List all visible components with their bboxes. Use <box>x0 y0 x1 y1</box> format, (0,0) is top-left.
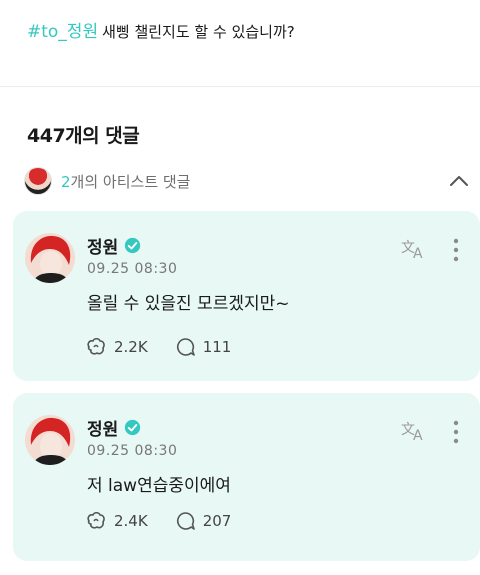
more-vertical-icon[interactable] <box>449 237 463 263</box>
artist-mini-avatar <box>24 167 52 195</box>
comment-time: 09.25 08:30 <box>87 261 178 277</box>
like-count: 2.2K <box>114 338 148 356</box>
more-vertical-icon[interactable] <box>449 419 463 445</box>
like-icon[interactable] <box>85 336 107 358</box>
comment-stats: 2.4K 207 <box>85 510 257 532</box>
comment-text: 올릴 수 있을진 모르겠지만~ <box>87 294 290 314</box>
comment-time: 09.25 08:30 <box>87 443 178 459</box>
section-divider <box>0 86 480 87</box>
post-text: 새삥 챌린지도 할 수 있습니까? <box>102 23 295 41</box>
artist-comment-text: 개의 아티스트 댓글 <box>70 172 191 191</box>
artist-comments-toggle[interactable]: 2개의 아티스트 댓글 <box>24 166 470 196</box>
like-icon[interactable] <box>85 510 107 532</box>
reply-count: 111 <box>202 338 232 356</box>
author-name[interactable]: 정원 <box>87 233 118 258</box>
comment-card: 정원 09.25 08:30 文 A 올릴 수 있을진 모르겠지만~ 2.2K … <box>13 211 480 381</box>
comment-stats: 2.2K 111 <box>85 336 257 358</box>
reply-count: 207 <box>202 512 232 530</box>
artist-comment-count: 2 <box>61 172 71 191</box>
verified-badge-icon <box>125 419 141 436</box>
post-caption: #to_정원 새삥 챌린지도 할 수 있습니까? <box>27 20 295 44</box>
reply-icon[interactable] <box>174 510 196 532</box>
comment-author: 정원 <box>87 415 141 440</box>
translate-icon[interactable]: 文 A <box>400 237 428 261</box>
reply-icon[interactable] <box>174 336 196 358</box>
translate-icon[interactable]: 文 A <box>400 419 428 443</box>
artist-comments-label: 2개의 아티스트 댓글 <box>61 171 190 192</box>
svg-text:A: A <box>413 428 423 443</box>
author-name[interactable]: 정원 <box>87 415 118 440</box>
comment-text: 저 law연습중이에여 <box>87 476 231 496</box>
svg-text:A: A <box>413 246 423 261</box>
collapse-chevron-up-icon[interactable] <box>448 170 470 192</box>
avatar[interactable] <box>25 415 75 465</box>
comment-count-title: 447개의 댓글 <box>27 125 140 147</box>
like-count: 2.4K <box>114 512 148 530</box>
comment-author: 정원 <box>87 233 141 258</box>
avatar-image <box>25 233 75 283</box>
comment-card: 정원 09.25 08:30 文 A 저 law연습중이에여 2.4K 207 <box>13 393 480 561</box>
avatar-image <box>25 415 75 465</box>
verified-badge-icon <box>125 237 141 254</box>
avatar[interactable] <box>25 233 75 283</box>
post-hashtag[interactable]: #to_정원 <box>27 22 98 42</box>
